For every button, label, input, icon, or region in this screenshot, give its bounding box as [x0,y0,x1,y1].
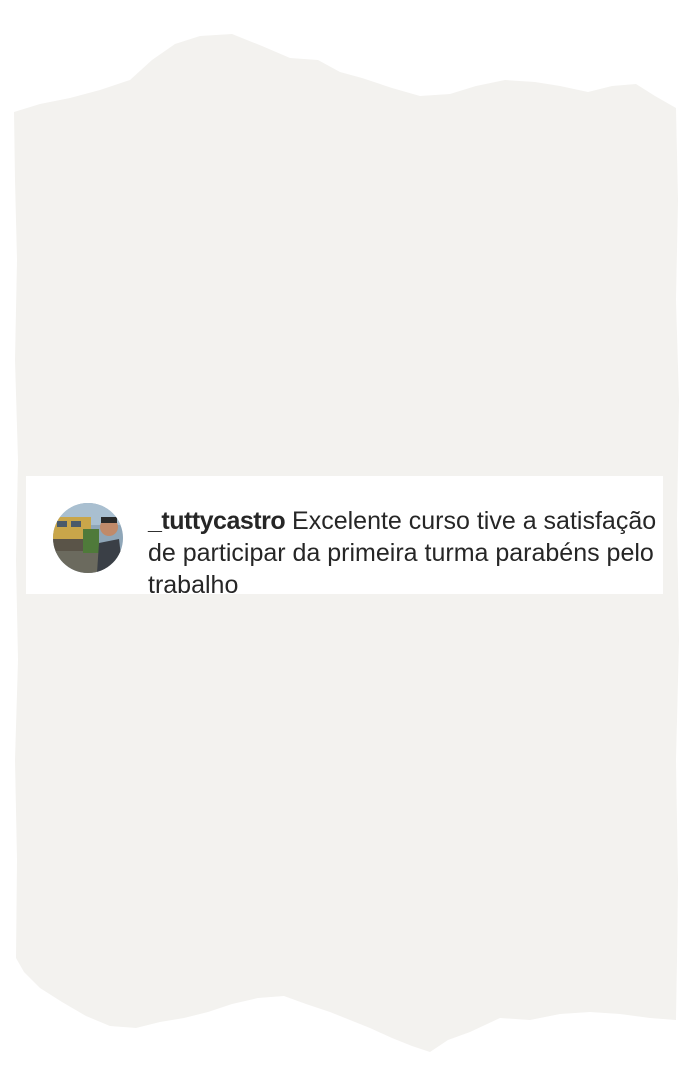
avatar[interactable] [53,503,123,573]
page: _tuttycastro Excelente curso tive a sati… [0,0,682,1076]
comment-text: _tuttycastro Excelente curso tive a sati… [148,505,660,594]
avatar-photo [53,503,123,573]
comment-username[interactable]: _tuttycastro [148,507,286,535]
comment-card: _tuttycastro Excelente curso tive a sati… [26,476,663,594]
